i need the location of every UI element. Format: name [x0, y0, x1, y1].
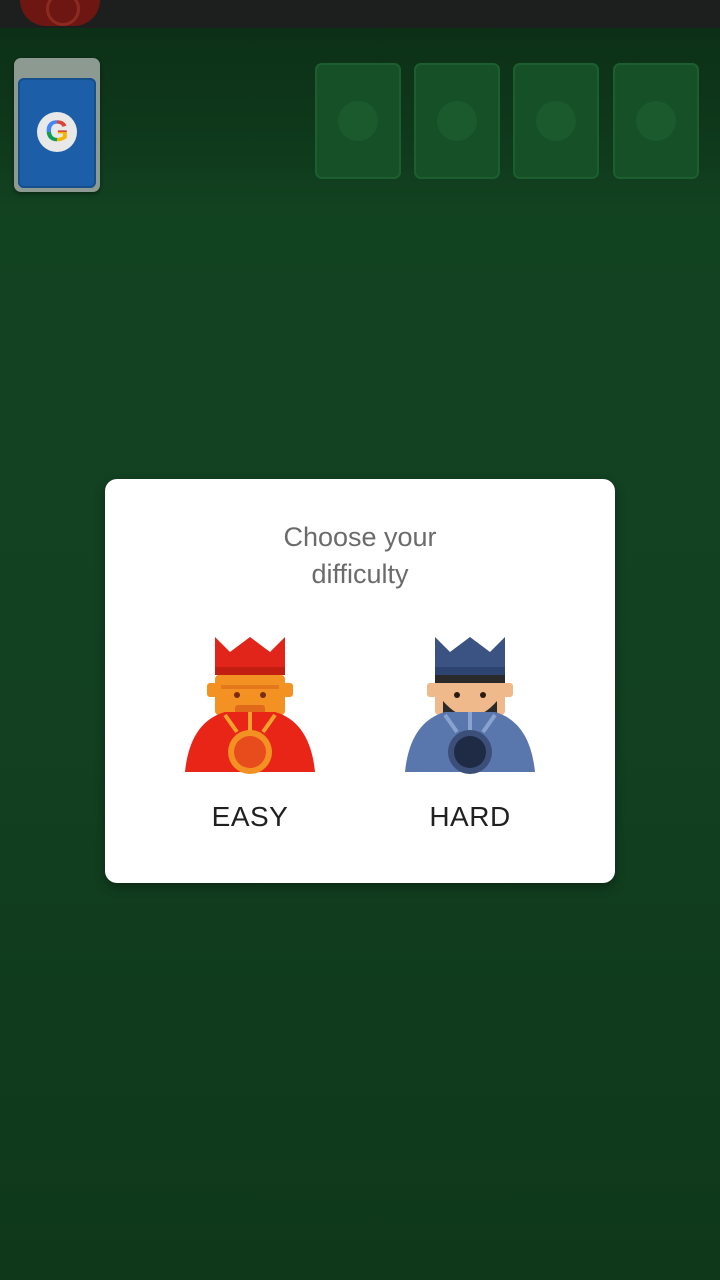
red-king-icon [185, 637, 315, 774]
card-back[interactable]: G [18, 78, 96, 188]
dialog-title: Choose your difficulty [283, 522, 437, 589]
foundation-slot[interactable] [414, 63, 500, 179]
hard-option-button[interactable]: HARD [370, 629, 570, 849]
status-bar [0, 0, 720, 28]
google-logo-icon: G [37, 112, 77, 152]
blue-king-icon [405, 637, 535, 774]
easy-label: EASY [211, 801, 289, 832]
easy-option-button[interactable]: EASY [150, 629, 350, 849]
difficulty-dialog: Choose your difficulty EASY HARD [105, 479, 615, 883]
stock-pile[interactable]: G [14, 58, 100, 192]
foundation-slot[interactable] [613, 63, 699, 179]
foundation-slot[interactable] [315, 63, 401, 179]
app-icon [20, 0, 100, 26]
foundation-slot[interactable] [513, 63, 599, 179]
hard-label: HARD [429, 801, 511, 832]
